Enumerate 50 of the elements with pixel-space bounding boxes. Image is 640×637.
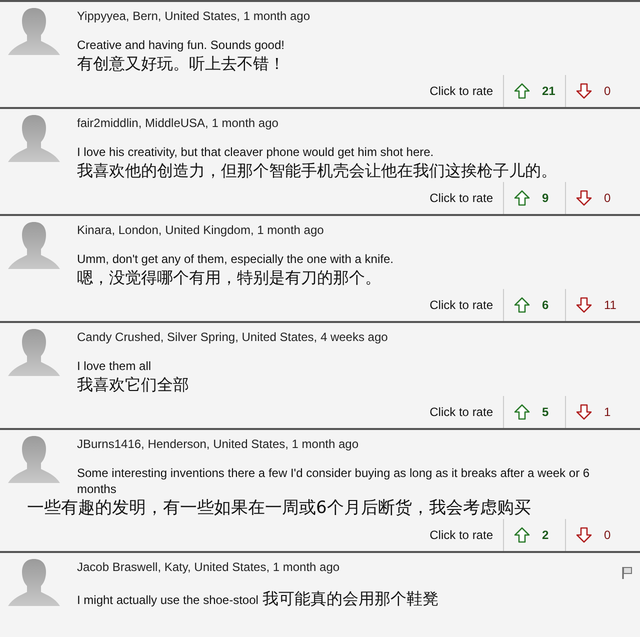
click-to-rate-label: Click to rate bbox=[430, 191, 494, 205]
down-vote-count: 1 bbox=[604, 405, 611, 419]
down-vote-count: 0 bbox=[604, 528, 611, 542]
thumb-up-arrow-icon[interactable] bbox=[514, 190, 530, 206]
comment-author: Kinara, London, United Kingdom, 1 month ago bbox=[77, 223, 324, 237]
thumb-up-arrow-icon[interactable] bbox=[514, 404, 530, 420]
up-vote-count: 9 bbox=[542, 191, 549, 205]
comment-text: Creative and having fun. Sounds good! bbox=[77, 37, 286, 53]
comment-text: I might actually use the shoe-stool bbox=[77, 592, 258, 608]
translation-text: 我喜欢它们全部 bbox=[77, 374, 190, 396]
down-vote-count: 0 bbox=[604, 84, 611, 98]
avatar-silhouette-icon bbox=[8, 434, 60, 486]
thumb-down-arrow-icon[interactable] bbox=[576, 83, 592, 99]
thumb-up-arrow-icon[interactable] bbox=[514, 83, 530, 99]
thumb-up-arrow-icon[interactable] bbox=[514, 527, 530, 543]
comment-text: Umm, don't get any of them, especially the one with a knife. bbox=[77, 251, 394, 267]
thumb-down-arrow-icon[interactable] bbox=[576, 190, 592, 206]
avatar-silhouette-icon bbox=[8, 220, 60, 272]
up-vote-count: 5 bbox=[542, 405, 549, 419]
thumb-down-arrow-icon[interactable] bbox=[576, 404, 592, 420]
translation-text: 嗯，没觉得哪个有用，特别是有刀的那个。 bbox=[77, 267, 382, 289]
up-vote-count: 21 bbox=[542, 84, 556, 98]
avatar-silhouette-icon bbox=[8, 113, 60, 165]
avatar-silhouette-icon bbox=[8, 557, 60, 609]
up-vote-count: 6 bbox=[542, 298, 549, 312]
comment-author: JBurns1416, Henderson, United States, 1 month ago bbox=[77, 437, 359, 451]
down-vote-count: 11 bbox=[604, 298, 616, 312]
click-to-rate-label: Click to rate bbox=[430, 528, 494, 542]
click-to-rate-label: Click to rate bbox=[430, 298, 494, 312]
up-vote-count: 2 bbox=[542, 528, 549, 542]
comment-author: Jacob Braswell, Katy, United States, 1 month ago bbox=[77, 560, 340, 574]
thumb-down-arrow-icon[interactable] bbox=[576, 297, 592, 313]
comment-author: Candy Crushed, Silver Spring, United States, 4 weeks ago bbox=[77, 330, 388, 344]
translation-text: 一些有趣的发明，有一些如果在一周或6个月后断货，我会考虑购买 bbox=[27, 497, 532, 519]
comment-author: Yippyyea, Bern, United States, 1 month ago bbox=[77, 9, 310, 23]
translation-text: 我可能真的会用那个鞋凳 bbox=[262, 588, 438, 610]
avatar-silhouette-icon bbox=[8, 327, 60, 379]
thumb-up-arrow-icon[interactable] bbox=[514, 297, 530, 313]
flag-icon[interactable] bbox=[622, 567, 632, 579]
translation-text: 有创意又好玩。听上去不错！ bbox=[77, 53, 286, 75]
comment-text: I love them all bbox=[77, 358, 152, 374]
comment-author: fair2middlin, MiddleUSA, 1 month ago bbox=[77, 116, 278, 130]
click-to-rate-label: Click to rate bbox=[430, 405, 494, 419]
comment-text: I love his creativity, but that cleaver phone would get him shot here. bbox=[77, 144, 435, 160]
down-vote-count: 0 bbox=[604, 191, 611, 205]
click-to-rate-label: Click to rate bbox=[430, 84, 494, 98]
comment-text: Some interesting inventions there a few I'd consider buying as long as it breaks after a week or 6 months bbox=[77, 465, 591, 497]
thumb-down-arrow-icon[interactable] bbox=[576, 527, 592, 543]
translation-text: 我喜欢他的创造力，但那个智能手机壳会让他在我们这挨枪子儿的。 bbox=[77, 160, 558, 182]
avatar-silhouette-icon bbox=[8, 6, 60, 58]
